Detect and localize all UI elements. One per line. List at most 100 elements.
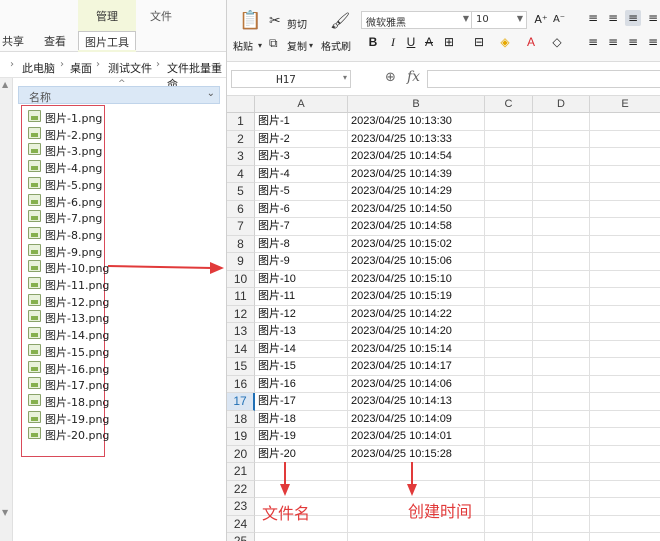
cell-name[interactable]: 图片-9 bbox=[258, 253, 290, 270]
align-bottom-icon[interactable]: ≡ bbox=[625, 10, 641, 26]
row-header[interactable]: 14 bbox=[227, 340, 255, 358]
breadcrumb-desktop[interactable]: 桌面 bbox=[70, 60, 92, 76]
zoom-icon[interactable]: ⊕ bbox=[385, 70, 396, 85]
fill-color-icon[interactable]: ◈ bbox=[497, 34, 513, 50]
cell-created-time[interactable]: 2023/04/25 10:15:19 bbox=[351, 288, 452, 305]
column-header-c[interactable]: C bbox=[485, 96, 533, 113]
spreadsheet-grid[interactable]: A B C D E 1 2 3 4 5 6 7 8 9 10 11 12 13 14 15 16 17 18 19 20 21 22… bbox=[227, 96, 660, 541]
wrap-text-icon[interactable]: ≡ bbox=[645, 10, 660, 26]
align-center-icon[interactable]: ≡ bbox=[605, 34, 621, 50]
copy-icon[interactable]: ⧉ bbox=[269, 36, 278, 50]
row-header[interactable]: 2 bbox=[227, 130, 255, 148]
cell-created-time[interactable]: 2023/04/25 10:14:39 bbox=[351, 166, 452, 183]
cell-name[interactable]: 图片-1 bbox=[258, 113, 290, 130]
tab-picture-tools[interactable]: 图片工具 bbox=[78, 31, 136, 50]
select-all-corner[interactable] bbox=[227, 96, 255, 113]
cell-name[interactable]: 图片-8 bbox=[258, 236, 290, 253]
cell-name[interactable]: 图片-16 bbox=[258, 376, 296, 393]
chevron-down-icon[interactable]: ▾ bbox=[258, 39, 262, 53]
row-header[interactable]: 4 bbox=[227, 165, 255, 183]
file-list-item[interactable]: 图片-3.png bbox=[28, 141, 108, 158]
scroll-down-icon[interactable]: ▼ bbox=[2, 508, 8, 517]
cell-name[interactable]: 图片-4 bbox=[258, 166, 290, 183]
cell-created-time[interactable]: 2023/04/25 10:14:06 bbox=[351, 376, 452, 393]
cell-name[interactable]: 图片-18 bbox=[258, 411, 296, 428]
align-top-icon[interactable]: ≡ bbox=[585, 10, 601, 26]
row-header[interactable]: 18 bbox=[227, 410, 255, 428]
column-header-e[interactable]: E bbox=[590, 96, 660, 113]
cell-created-time[interactable]: 2023/04/25 10:15:06 bbox=[351, 253, 452, 270]
file-list-item[interactable]: 图片-4.png bbox=[28, 158, 108, 175]
cell-created-time[interactable]: 2023/04/25 10:14:01 bbox=[351, 428, 452, 445]
align-right-icon[interactable]: ≡ bbox=[625, 34, 641, 50]
file-list-item[interactable]: 图片-13.png bbox=[28, 308, 109, 325]
justify-icon[interactable]: ≡ bbox=[645, 34, 660, 50]
cell-created-time[interactable]: 2023/04/25 10:14:22 bbox=[351, 306, 452, 323]
bold-icon[interactable]: B bbox=[365, 34, 381, 50]
underline-icon[interactable]: U bbox=[403, 34, 419, 50]
file-list-item[interactable]: 图片-19.png bbox=[28, 409, 109, 426]
cell-created-time[interactable]: 2023/04/25 10:14:09 bbox=[351, 411, 452, 428]
row-header[interactable]: 8 bbox=[227, 235, 255, 253]
row-header[interactable]: 24 bbox=[227, 515, 255, 533]
file-list-item[interactable]: 图片-10.png bbox=[28, 258, 109, 275]
file-list-item[interactable]: 图片-20.png bbox=[28, 425, 109, 442]
column-header-b[interactable]: B bbox=[348, 96, 485, 113]
file-list-item[interactable]: 图片-16.png bbox=[28, 359, 109, 376]
strikethrough-icon[interactable]: A bbox=[421, 34, 437, 50]
cell-name[interactable]: 图片-20 bbox=[258, 446, 296, 463]
row-header[interactable]: 1 bbox=[227, 113, 255, 131]
cell-created-time[interactable]: 2023/04/25 10:15:10 bbox=[351, 271, 452, 288]
cell-created-time[interactable]: 2023/04/25 10:14:20 bbox=[351, 323, 452, 340]
scissors-icon[interactable]: ✂ bbox=[269, 14, 281, 28]
cell-created-time[interactable]: 2023/04/25 10:14:50 bbox=[351, 201, 452, 218]
row-header[interactable]: 6 bbox=[227, 200, 255, 218]
decrease-font-icon[interactable]: A⁻ bbox=[551, 12, 567, 28]
paste-icon[interactable]: 📋 bbox=[239, 12, 261, 30]
file-list-item[interactable]: 图片-1.png bbox=[28, 108, 108, 125]
tab-share[interactable]: 共享 bbox=[2, 33, 24, 49]
fx-label[interactable]: fx bbox=[407, 69, 420, 85]
copy-button[interactable]: 复制 bbox=[287, 38, 307, 53]
paste-button[interactable]: 粘贴 bbox=[233, 38, 253, 53]
cell-name[interactable]: 图片-6 bbox=[258, 201, 290, 218]
tab-file[interactable]: 文件 bbox=[150, 8, 172, 24]
italic-icon[interactable]: I bbox=[385, 34, 401, 50]
row-header[interactable]: 23 bbox=[227, 498, 255, 516]
cell-style-icon[interactable]: ⊟ bbox=[471, 34, 487, 50]
file-list-item[interactable]: 图片-11.png bbox=[28, 275, 109, 292]
font-size-select[interactable]: 10 ▼ bbox=[471, 11, 527, 29]
cell-name[interactable]: 图片-5 bbox=[258, 183, 290, 200]
increase-font-icon[interactable]: A⁺ bbox=[533, 12, 549, 28]
file-list-item[interactable]: 图片-17.png bbox=[28, 375, 109, 392]
eraser-icon[interactable]: ◇ bbox=[549, 34, 565, 50]
row-header[interactable]: 13 bbox=[227, 323, 255, 341]
cell-created-time[interactable]: 2023/04/25 10:14:29 bbox=[351, 183, 452, 200]
row-header[interactable]: 3 bbox=[227, 148, 255, 166]
cell-created-time[interactable]: 2023/04/25 10:14:58 bbox=[351, 218, 452, 235]
cell-name[interactable]: 图片-3 bbox=[258, 148, 290, 165]
row-header[interactable]: 25 bbox=[227, 533, 255, 541]
row-header[interactable]: 11 bbox=[227, 288, 255, 306]
cell-name[interactable]: 图片-17 bbox=[258, 393, 296, 410]
file-list-item[interactable]: 图片-9.png bbox=[28, 242, 108, 259]
row-header[interactable]: 16 bbox=[227, 375, 255, 393]
row-header[interactable]: 5 bbox=[227, 183, 255, 201]
row-header[interactable]: 7 bbox=[227, 218, 255, 236]
file-list-item[interactable]: 图片-14.png bbox=[28, 325, 109, 342]
row-header[interactable]: 12 bbox=[227, 305, 255, 323]
name-box[interactable]: H17 ▾ bbox=[231, 70, 351, 88]
cell-created-time[interactable]: 2023/04/25 10:14:54 bbox=[351, 148, 452, 165]
formula-input[interactable] bbox=[427, 70, 660, 88]
file-list-item[interactable]: 图片-15.png bbox=[28, 342, 109, 359]
cell-name[interactable]: 图片-7 bbox=[258, 218, 290, 235]
file-list-item[interactable]: 图片-5.png bbox=[28, 175, 108, 192]
format-painter-icon[interactable]: 🖌 bbox=[330, 13, 350, 29]
file-list-item[interactable]: 图片-12.png bbox=[28, 292, 109, 309]
cell-name[interactable]: 图片-19 bbox=[258, 428, 296, 445]
cell-created-time[interactable]: 2023/04/25 10:13:33 bbox=[351, 131, 452, 148]
cell-created-time[interactable]: 2023/04/25 10:13:30 bbox=[351, 113, 452, 130]
align-left-icon[interactable]: ≡ bbox=[585, 34, 601, 50]
row-header[interactable]: 15 bbox=[227, 358, 255, 376]
file-list-item[interactable]: 图片-8.png bbox=[28, 225, 108, 242]
